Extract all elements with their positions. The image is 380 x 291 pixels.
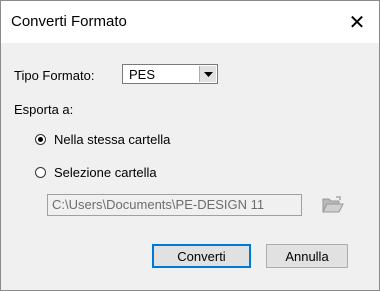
format-type-select[interactable]: PES <box>122 64 218 84</box>
title-bar: Converti Formato ✕ <box>1 1 379 43</box>
folder-open-icon <box>322 196 344 213</box>
dropdown-button[interactable] <box>199 66 216 82</box>
radio-button-unchecked[interactable] <box>35 167 46 178</box>
convert-button[interactable]: Converti <box>152 244 251 268</box>
radio-select-folder[interactable]: Selezione cartella <box>35 165 157 180</box>
close-button[interactable]: ✕ <box>335 1 379 43</box>
chevron-down-icon <box>203 71 213 77</box>
browse-folder-button[interactable] <box>319 191 347 219</box>
export-to-label: Esporta a: <box>14 102 74 117</box>
format-type-value: PES <box>129 67 156 82</box>
cancel-button[interactable]: Annulla <box>266 244 348 268</box>
radio-select-folder-label: Selezione cartella <box>54 165 157 180</box>
convert-format-dialog: Converti Formato ✕ Tipo Formato: PES Esp… <box>0 0 380 291</box>
dialog-title: Converti Formato <box>11 13 127 30</box>
folder-path-field[interactable]: C:\Users\Documents\PE-DESIGN 11 <box>47 194 302 216</box>
radio-same-folder-label: Nella stessa cartella <box>54 132 171 147</box>
format-type-label: Tipo Formato: <box>14 68 95 83</box>
close-icon: ✕ <box>348 11 366 34</box>
radio-button-checked[interactable] <box>35 134 46 145</box>
radio-same-folder[interactable]: Nella stessa cartella <box>35 132 170 147</box>
